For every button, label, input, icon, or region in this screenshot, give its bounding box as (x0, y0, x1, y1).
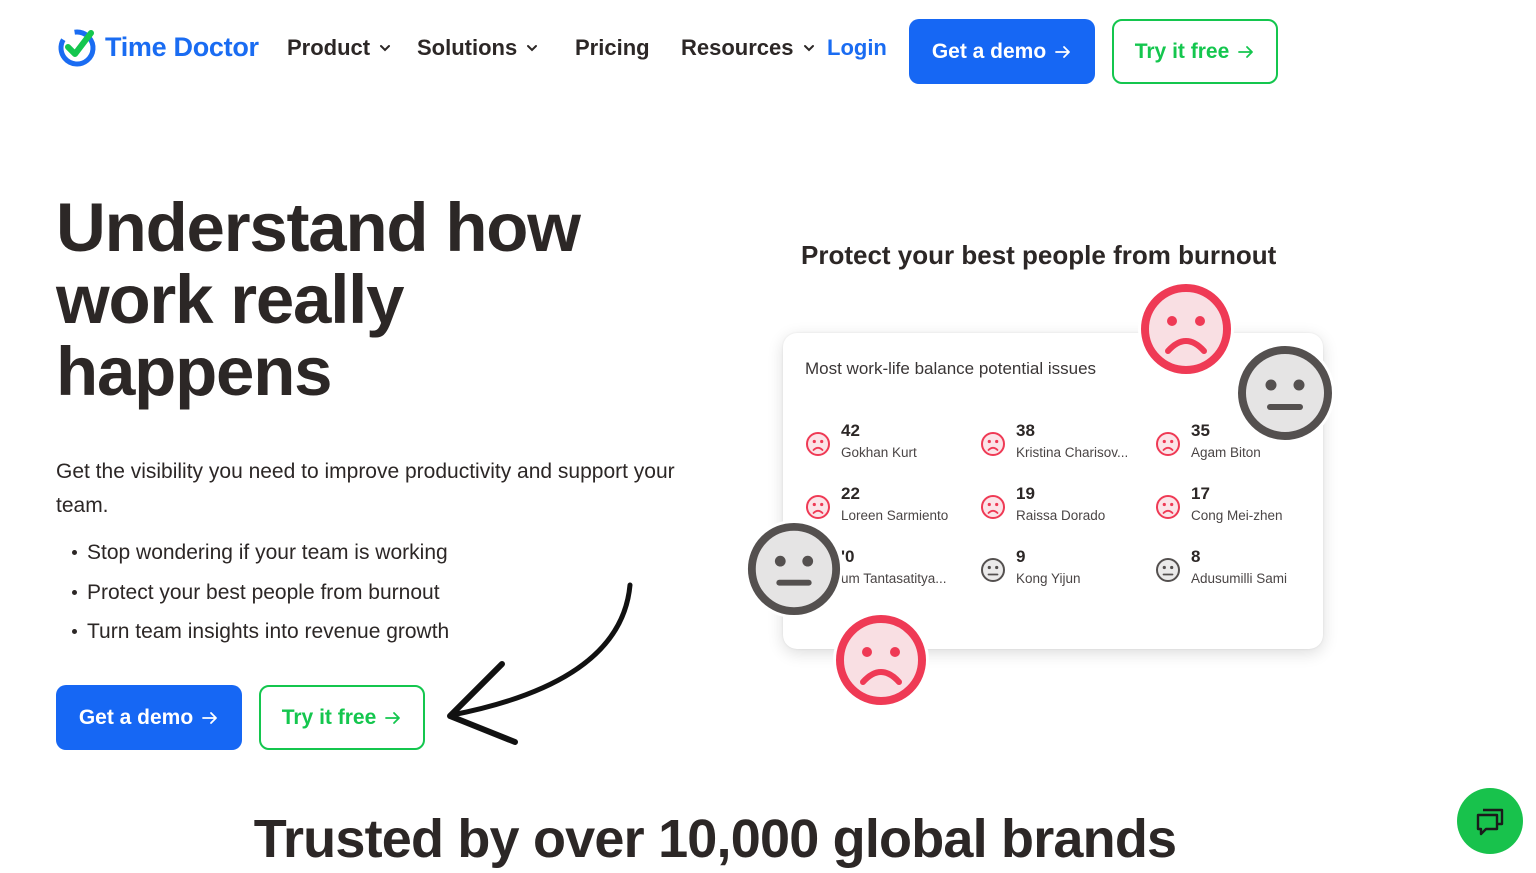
curved-arrow-icon (447, 582, 633, 745)
entry-count: '0 (841, 547, 855, 566)
nav-pricing[interactable]: Pricing (575, 35, 650, 61)
entry-name: Raissa Dorado (1016, 508, 1106, 523)
chevron-down-icon (803, 45, 814, 52)
card-entry-text: 42 Gokhan Kurt (841, 421, 917, 465)
nav-pricing-label: Pricing (575, 35, 650, 60)
entry-name: um Tantasatitya... (841, 571, 947, 586)
bullet-dot (72, 550, 77, 556)
sad-face-icon (1156, 495, 1180, 519)
header-get-demo-label: Get a demo (931, 39, 1047, 63)
logo-check-icon (58, 29, 96, 67)
card-entry-text: 19 Raissa Dorado (1016, 484, 1105, 528)
neutral-face-icon (1156, 558, 1180, 582)
bullet-dot (72, 629, 77, 635)
entry-count: 42 (841, 421, 860, 440)
header-get-demo-button[interactable]: Get a demo (909, 19, 1095, 84)
card-entry: 8 Adusumilli Sami (1155, 547, 1287, 591)
arrow-right-icon (202, 711, 218, 724)
bullet-dot (72, 589, 77, 595)
card-entry-text: 8 Adusumilli Sami (1191, 547, 1287, 591)
nav-resources-label: Resources (681, 35, 794, 60)
sad-face-icon (1156, 432, 1180, 456)
hero-bullet: Stop wondering if your team is working (72, 533, 449, 573)
hero-bullet: Protect your best people from burnout (72, 573, 449, 613)
entry-name: Gokhan Kurt (841, 445, 917, 460)
entry-count: 22 (841, 484, 860, 503)
hero-get-demo-button[interactable]: Get a demo (56, 685, 242, 750)
card-entry-text: '0 um Tantasatitya... (841, 547, 947, 591)
neutral-face-icon (1235, 343, 1335, 443)
neutral-face-icon (745, 520, 843, 618)
entry-name: Agam Biton (1191, 445, 1261, 460)
card-entry: 42 Gokhan Kurt (805, 421, 917, 465)
card-entry-text: 17 Cong Mei-zhen (1191, 484, 1283, 528)
card-entry: 22 Loreen Sarmiento (805, 484, 948, 528)
entry-count: 8 (1191, 547, 1201, 566)
sad-face-icon (1138, 281, 1234, 377)
card-entry: 17 Cong Mei-zhen (1155, 484, 1283, 528)
hero-bullet-text: Protect your best people from burnout (87, 580, 440, 604)
brand-name: Time Doctor (105, 31, 259, 62)
nav-product-label: Product (287, 35, 371, 60)
sad-face-icon (806, 495, 830, 519)
entry-count: 17 (1191, 484, 1210, 503)
entry-name: Adusumilli Sami (1191, 571, 1288, 586)
hero-try-free-label: Try it free (281, 705, 377, 729)
arrow-right-icon (385, 711, 401, 724)
entry-count: 9 (1016, 547, 1026, 566)
hero-title: Understand how work really happens (56, 189, 581, 410)
hero-bullet: Turn team insights into revenue growth (72, 612, 449, 652)
card-entry: 38 Kristina Charisov... (980, 421, 1128, 465)
nav-solutions-label: Solutions (417, 35, 518, 60)
brand-logo[interactable]: Time Doctor (55, 25, 259, 69)
card-entry-text: 9 Kong Yijun (1016, 547, 1081, 591)
feature-title: Protect your best people from burnout (801, 240, 1277, 270)
header-try-free-button[interactable]: Try it free (1112, 19, 1278, 84)
entry-name: Kong Yijun (1016, 571, 1081, 586)
hero-bullet-text: Stop wondering if your team is working (87, 541, 448, 564)
hero-bullet-list: Stop wondering if your team is working P… (72, 533, 449, 652)
trusted-heading: Trusted by over 10,000 global brands (253, 809, 1177, 869)
card-entry: 19 Raissa Dorado (980, 484, 1105, 528)
sad-face-icon (833, 612, 929, 708)
neutral-face-icon (981, 558, 1005, 582)
header-try-free-label: Try it free (1134, 39, 1230, 63)
card-entry-text: 22 Loreen Sarmiento (841, 484, 948, 528)
arrow-right-icon (1238, 45, 1254, 58)
hero-subtitle: Get the visibility you need to improve p… (56, 460, 675, 517)
hero-bullet-text: Turn team insights into revenue growth (87, 620, 450, 643)
card-entry: 9 Kong Yijun (980, 547, 1081, 591)
sad-face-icon (981, 495, 1005, 519)
hero-try-free-button[interactable]: Try it free (259, 685, 425, 750)
sad-face-icon (806, 432, 830, 456)
card-heading: Most work-life balance potential issues (805, 359, 1097, 378)
entry-name: Cong Mei-zhen (1191, 508, 1283, 523)
login-link[interactable]: Login (827, 35, 887, 61)
chevron-down-icon (527, 45, 538, 52)
arrow-right-icon (1055, 45, 1071, 58)
sad-face-icon (981, 432, 1005, 456)
entry-count: 38 (1016, 421, 1035, 440)
entry-name: Kristina Charisov... (1016, 445, 1129, 460)
chat-button[interactable] (1457, 788, 1523, 854)
chevron-down-icon (380, 45, 391, 52)
hero-get-demo-label: Get a demo (78, 705, 194, 729)
card-entry: 35 Agam Biton (1155, 421, 1261, 465)
chat-icon (1476, 808, 1504, 836)
nav-resources[interactable]: Resources (681, 35, 816, 61)
nav-solutions[interactable]: Solutions (417, 35, 539, 61)
card-entry-text: 38 Kristina Charisov... (1016, 421, 1128, 465)
entry-name: Loreen Sarmiento (841, 508, 949, 523)
nav-product[interactable]: Product (287, 35, 392, 61)
entry-count: 19 (1016, 484, 1035, 503)
